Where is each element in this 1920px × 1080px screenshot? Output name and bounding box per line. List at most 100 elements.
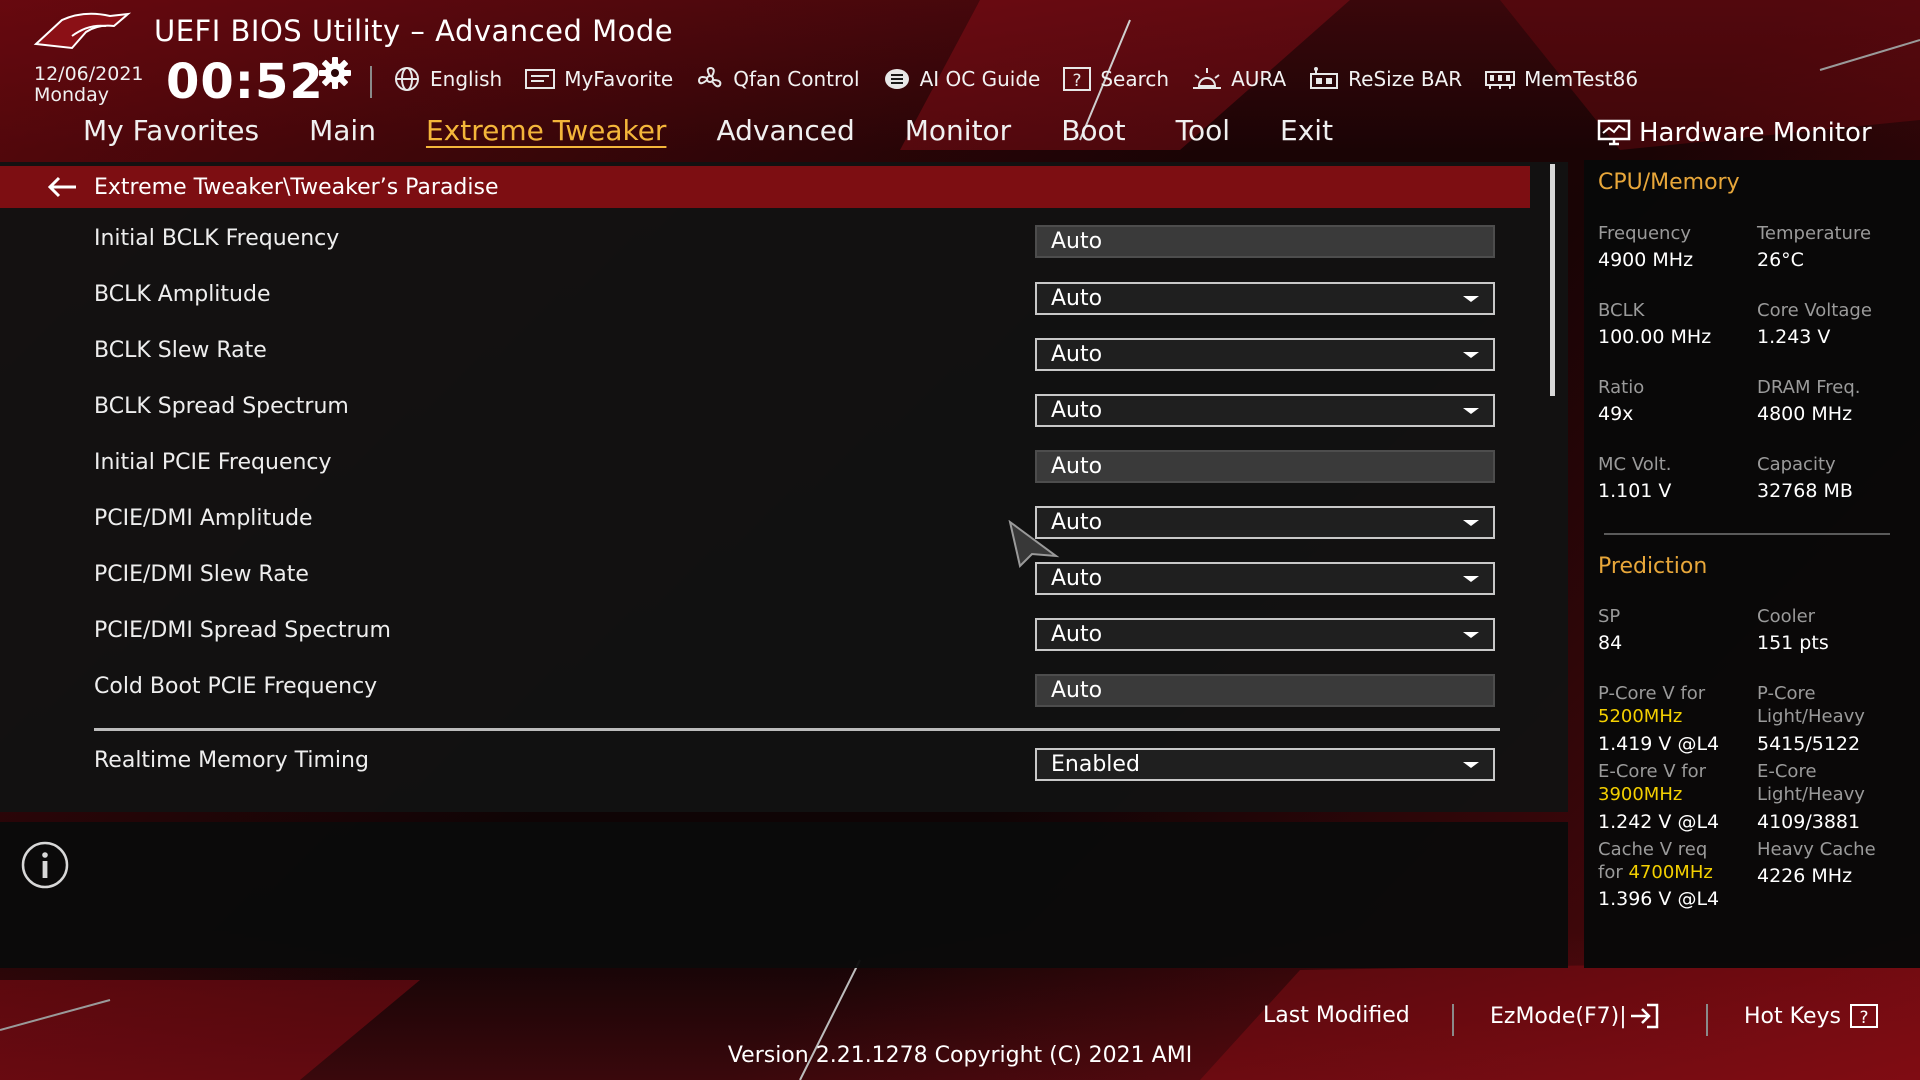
hw-value-mc-volt: 1.101 V [1598,480,1672,502]
hw-label-bclk: BCLK [1598,300,1645,321]
section-divider [94,728,1500,731]
toolbar-resize-bar-label: ReSize BAR [1348,67,1463,91]
toolbar-ai-oc-guide[interactable]: AI OC Guide [882,66,1040,92]
setting-label-pcie-dmi-amplitude: PCIE/DMI Amplitude [94,506,313,531]
hw-label-cooler: Cooler [1757,606,1816,627]
toolbar-qfan-control[interactable]: Qfan Control [695,66,860,92]
main-menu: My Favorites Main Extreme Tweaker Advanc… [58,114,1358,154]
setting-dropdown-bclk-amplitude[interactable]: Auto [1035,282,1495,315]
hw-value-bclk: 100.00 MHz [1598,326,1712,348]
menu-advanced[interactable]: Advanced [691,114,879,154]
resize-bar-icon [1310,67,1339,89]
help-question-icon: ? [1849,1004,1878,1028]
hw-cache-v-frequency: 4700MHz [1628,862,1713,883]
svg-text:?: ? [1859,1008,1868,1028]
hw-label-pcore-v-text: P-Core V for [1598,683,1706,704]
hw-label-mc-volt: MC Volt. [1598,454,1672,475]
setting-label-bclk-amplitude: BCLK Amplitude [94,282,271,307]
field-value: Enabled [1051,752,1140,777]
field-value: Auto [1051,342,1103,367]
dropdown-arrow-icon [1463,632,1479,638]
hot-keys-label: Hot Keys [1744,1003,1841,1029]
last-modified-button[interactable]: Last Modified [1263,1003,1410,1028]
setting-label-bclk-spread-spectrum: BCLK Spread Spectrum [94,394,349,419]
version-copyright: Version 2.21.1278 Copyright (C) 2021 AMI [727,1043,1193,1068]
hw-label-cache-v-line2: for 4700MHz [1598,861,1713,884]
field-value: Auto [1051,454,1103,479]
toolbar-memtest86[interactable]: MemTest86 [1484,67,1638,91]
toolbar-aura[interactable]: AURA [1191,66,1286,92]
menu-exit[interactable]: Exit [1255,114,1358,154]
setting-label-pcie-dmi-spread-spectrum: PCIE/DMI Spread Spectrum [94,618,391,643]
search-question-icon: ? [1063,67,1092,91]
breadcrumb-path: Extreme Tweaker\Tweaker’s Paradise [94,174,499,200]
setting-dropdown-pcie-dmi-spread-spectrum[interactable]: Auto [1035,618,1495,651]
hardware-monitor-header: Hardware Monitor [1597,118,1872,148]
toolbar-language[interactable]: English [392,66,502,92]
toolbar-language-label: English [430,67,503,91]
hw-label-cache-v-line1: Cache V req [1598,839,1708,860]
setting-label-initial-bclk-frequency: Initial BCLK Frequency [94,226,340,251]
hw-label-heavy-cache: Heavy Cache [1757,839,1876,860]
ai-chip-icon [884,69,909,89]
hw-label-pcore-light-heavy: P-Core Light/Heavy [1757,682,1865,728]
clock[interactable]: 00:52 [166,54,324,110]
setting-dropdown-realtime-memory-timing[interactable]: Enabled [1035,748,1495,781]
ezmode-button[interactable]: EzMode(F7)| [1490,1003,1659,1029]
menu-boot[interactable]: Boot [1036,114,1150,154]
last-modified-label: Last Modified [1263,1003,1410,1028]
field-value: Auto [1051,229,1103,254]
hw-value-ecore-v: 1.242 V @L4 [1598,811,1720,833]
menu-my-favorites[interactable]: My Favorites [58,114,284,154]
setting-value-initial-pcie-frequency: Auto [1035,450,1495,483]
hw-label-dram-freq: DRAM Freq. [1757,377,1861,398]
setting-label-realtime-memory-timing: Realtime Memory Timing [94,748,369,773]
info-icon[interactable] [20,840,70,890]
hw-label-cache-v: Cache V req for 4700MHz [1598,838,1713,884]
setting-dropdown-bclk-slew-rate[interactable]: Auto [1035,338,1495,371]
hw-value-sp: 84 [1598,632,1623,654]
settings-scrollbar[interactable] [1550,164,1555,396]
hw-value-cache-v: 1.396 V @L4 [1598,888,1720,910]
hw-label-ecore-v: E-Core V for 3900MHz [1598,760,1706,806]
settings-panel [0,162,1568,812]
toolbar-search-label: Search [1100,67,1170,91]
setting-dropdown-pcie-dmi-slew-rate[interactable]: Auto [1035,562,1495,595]
hw-label-ratio: Ratio [1598,377,1645,398]
hw-label-pcore-line2: Light/Heavy [1757,706,1865,727]
hot-keys-button[interactable]: Hot Keys ? [1744,1003,1879,1029]
menu-main[interactable]: Main [284,114,401,154]
hw-label-core-voltage: Core Voltage [1757,300,1872,321]
toolbar-myfavorite[interactable]: MyFavorite [524,67,673,91]
setting-dropdown-bclk-spread-spectrum[interactable]: Auto [1035,394,1495,427]
toolbar-search[interactable]: ? Search [1062,66,1169,92]
hw-value-dram-freq: 4800 MHz [1757,403,1853,425]
hw-label-frequency: Frequency [1598,223,1691,244]
menu-tool[interactable]: Tool [1151,114,1255,154]
gear-icon[interactable] [318,56,352,90]
setting-dropdown-pcie-dmi-amplitude[interactable]: Auto [1035,506,1495,539]
toolbar-memtest86-label: MemTest86 [1524,67,1639,91]
rog-logo-icon [32,6,132,56]
back-arrow-icon[interactable] [46,175,78,199]
svg-text:?: ? [1073,71,1082,91]
hardware-monitor-title: Hardware Monitor [1639,118,1872,148]
toolbar-qfan-label: Qfan Control [733,67,860,91]
date-display: 12/06/2021 Monday [34,64,144,106]
toolbar-resize-bar[interactable]: ReSize BAR [1308,66,1462,92]
hw-label-capacity: Capacity [1757,454,1836,475]
hw-label-sp: SP [1598,606,1621,627]
field-value: Auto [1051,398,1103,423]
dropdown-arrow-icon [1463,762,1479,768]
aura-light-icon [1193,68,1222,89]
hw-divider [1604,533,1890,535]
hw-pcore-v-frequency: 5200MHz [1598,706,1683,727]
exit-arrow-icon [1630,1003,1658,1029]
hw-value-pcore-light-heavy: 5415/5122 [1757,733,1861,755]
favorite-icon [525,69,556,89]
dropdown-arrow-icon [1463,296,1479,302]
breadcrumb: Extreme Tweaker\Tweaker’s Paradise [0,166,1530,208]
menu-monitor[interactable]: Monitor [880,114,1036,154]
hw-label-pcore-line1: P-Core [1757,683,1816,704]
menu-extreme-tweaker[interactable]: Extreme Tweaker [401,114,691,154]
